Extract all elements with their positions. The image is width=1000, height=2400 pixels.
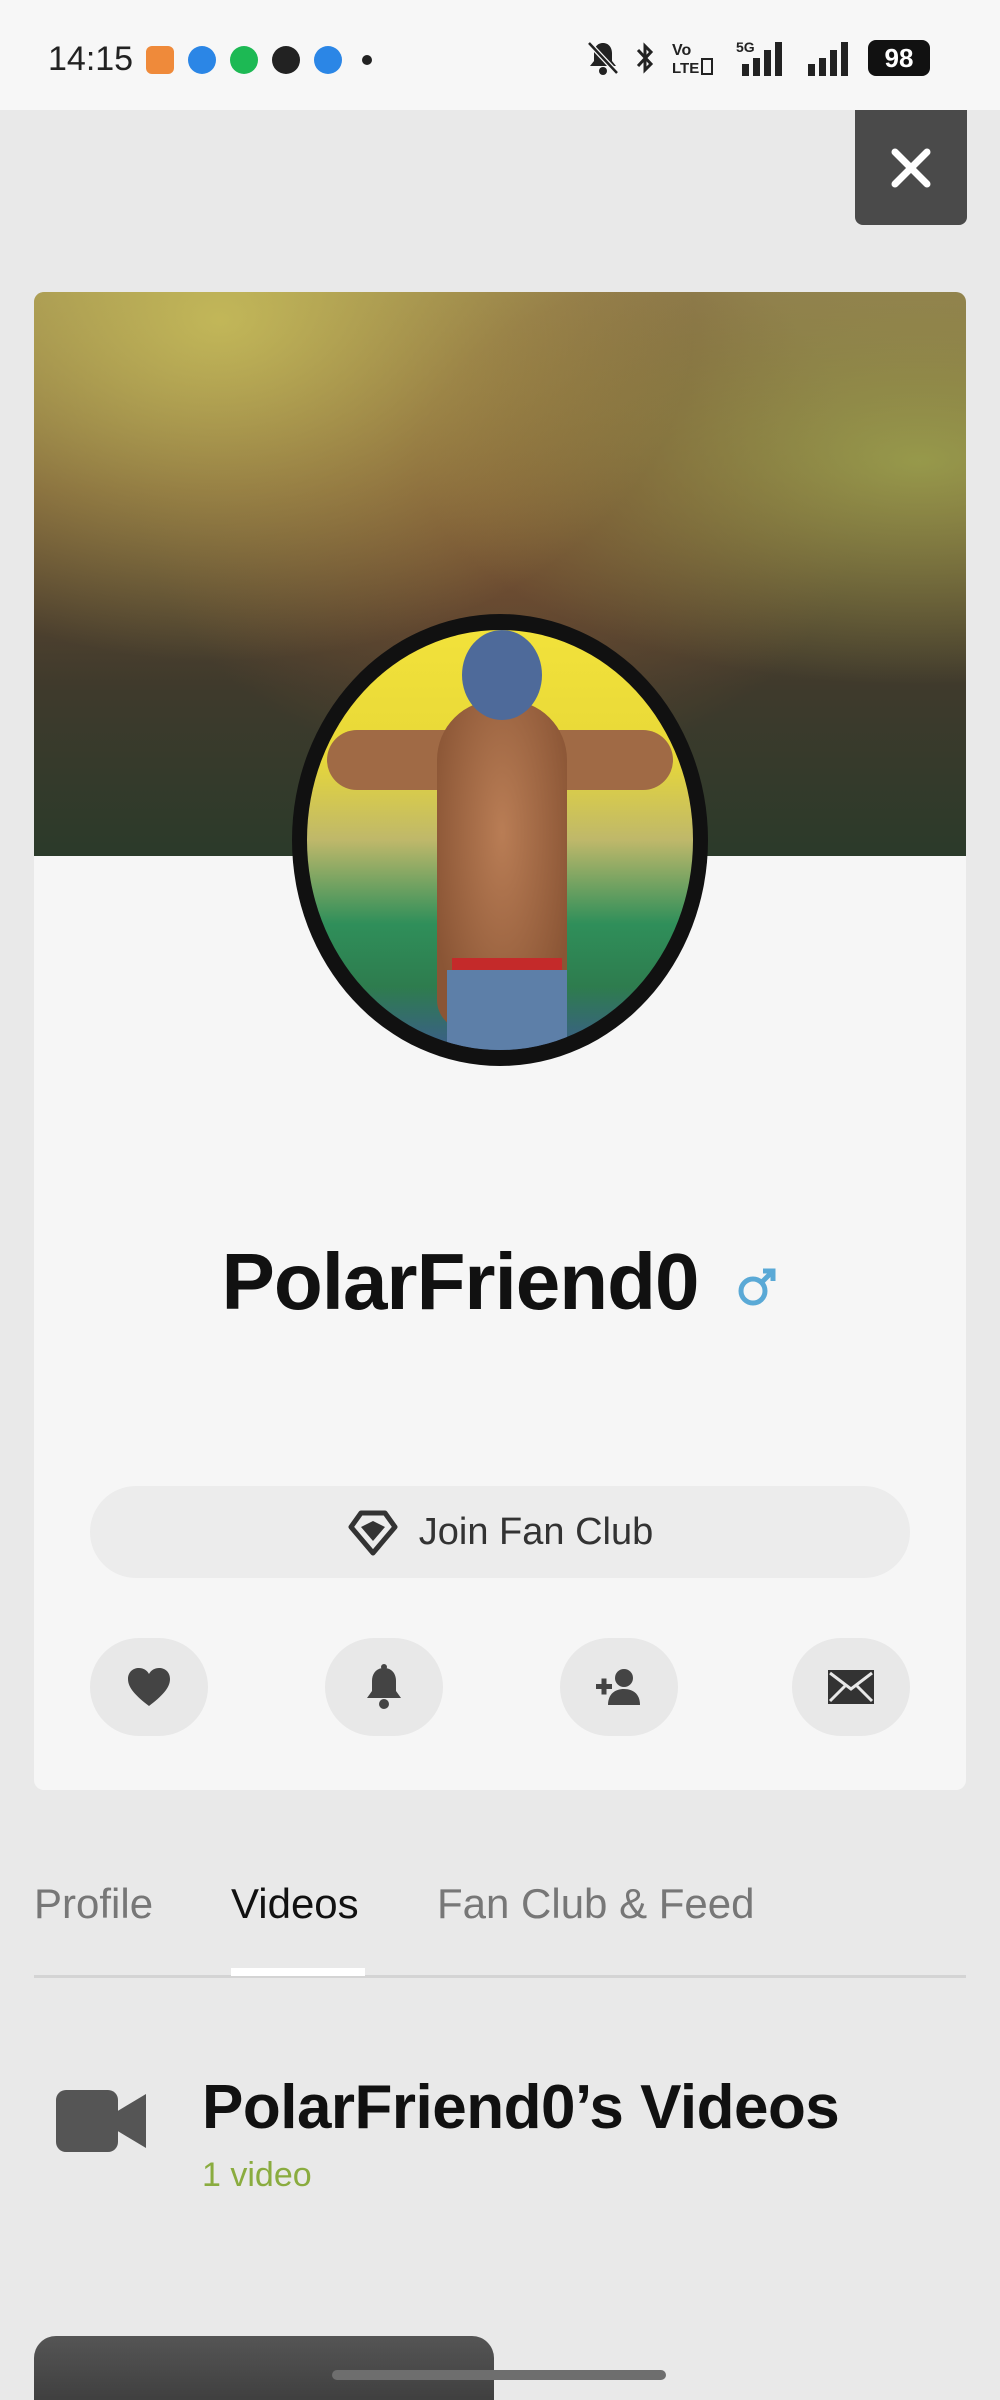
status-icons: Vo LTE 5G 98 <box>586 38 930 78</box>
diamond-icon <box>348 1510 398 1556</box>
avatar-photo <box>307 630 693 1050</box>
notification-app-icons <box>146 46 372 74</box>
videos-section-header: PolarFriend0’s Videos 1 video <box>34 2060 966 2210</box>
video-camera-icon <box>56 2090 146 2152</box>
like-button[interactable] <box>90 1638 208 1736</box>
video-thumbnail[interactable] <box>34 2336 494 2400</box>
battery-icon: 98 <box>868 40 930 76</box>
browser-app-icon <box>314 46 342 74</box>
mute-bell-icon <box>586 38 620 78</box>
tab-videos[interactable]: Videos <box>231 1880 359 1928</box>
signal-icon <box>806 38 854 78</box>
home-indicator[interactable] <box>332 2370 666 2380</box>
chat-app-icon <box>272 46 300 74</box>
active-tab-indicator <box>231 1968 365 1976</box>
status-bar: 14:15 Vo LTE 5G 98 <box>0 0 1000 110</box>
svg-text:5G: 5G <box>736 39 755 55</box>
username: PolarFriend0 <box>221 1237 699 1326</box>
videos-count: 1 video <box>202 2156 312 2194</box>
add-friend-icon <box>596 1669 640 1705</box>
tab-fan-club-feed[interactable]: Fan Club & Feed <box>437 1880 755 1928</box>
message-icon <box>828 1670 874 1704</box>
bluetooth-icon <box>634 38 656 78</box>
message-button[interactable] <box>792 1638 910 1736</box>
game-app-icon <box>146 46 174 74</box>
more-notifications-dot <box>362 55 372 65</box>
male-symbol-icon <box>738 1268 776 1306</box>
bell-icon <box>367 1664 401 1709</box>
profile-tabs: Profile Videos Fan Club & Feed <box>34 1860 966 1978</box>
close-button[interactable] <box>855 110 967 225</box>
tab-profile[interactable]: Profile <box>34 1880 153 1928</box>
username-row: PolarFriend0 <box>34 1232 966 1332</box>
profile-actions <box>90 1638 910 1736</box>
add-friend-button[interactable] <box>560 1638 678 1736</box>
close-icon <box>891 148 931 187</box>
avatar[interactable] <box>292 614 708 1066</box>
5g-signal-icon: 5G <box>728 38 792 78</box>
videos-title: PolarFriend0’s Videos <box>202 2073 840 2142</box>
svg-text:Vo: Vo <box>672 42 691 59</box>
profile-card: PolarFriend0 Join Fan Club <box>34 292 966 1790</box>
browser-app-icon <box>188 46 216 74</box>
volte-icon: Vo LTE <box>670 38 714 78</box>
join-fan-club-button[interactable]: Join Fan Club <box>90 1486 910 1578</box>
spotify-app-icon <box>230 46 258 74</box>
join-fan-club-label: Join Fan Club <box>418 1510 654 1553</box>
svg-text:LTE: LTE <box>672 60 699 77</box>
status-time: 14:15 <box>48 40 134 78</box>
heart-icon <box>128 1668 170 1706</box>
notify-button[interactable] <box>325 1638 443 1736</box>
